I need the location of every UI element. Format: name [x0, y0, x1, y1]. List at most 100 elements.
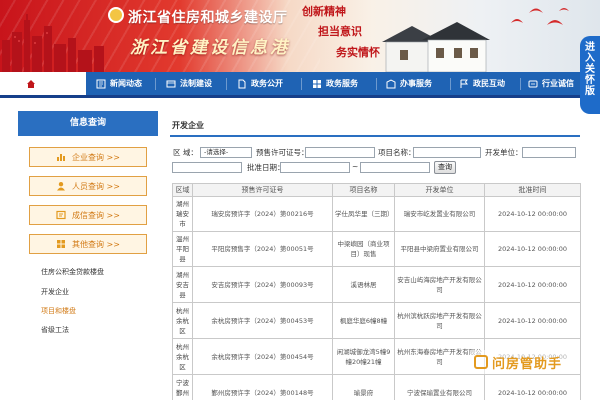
nav-divider	[226, 78, 227, 90]
nav-item-law[interactable]: 法制建设	[166, 72, 212, 95]
nav-divider	[301, 78, 302, 90]
permit-label: 预售许可证号：	[256, 148, 309, 157]
nav-label: 政务公开	[251, 79, 283, 88]
cell-developer: 平阳县中梁府置业有限公司	[394, 231, 485, 267]
nav-item-service[interactable]: 政务服务	[312, 72, 358, 95]
table-row[interactable]: 宁波鄞州区 鄞州房预许字（2024）第00148号 瑜景府 宁波保瑜置业有限公司…	[172, 374, 581, 400]
cell-project[interactable]: 溪语林居	[332, 266, 395, 303]
nav-label: 政民互动	[473, 79, 505, 88]
cell-region: 杭州余杭区	[172, 302, 193, 339]
nav-item-public[interactable]: 政务公开	[237, 72, 283, 95]
cell-permit: 瑞安房预许字（2024）第00216号	[192, 196, 333, 232]
button-label: 其他查询 >>	[72, 239, 120, 249]
cell-region: 宁波鄞州区	[172, 374, 193, 400]
approval-date-start-input[interactable]	[280, 162, 350, 173]
nav-label: 新闻动态	[110, 79, 142, 88]
approval-date-label: 批准日期：	[247, 163, 285, 172]
project-name-input[interactable]	[413, 147, 481, 158]
search-button[interactable]: 查询	[434, 161, 456, 174]
care-mode-char: 怀	[585, 75, 595, 86]
permit-number-input[interactable]	[305, 147, 375, 158]
care-mode-button[interactable]: 进 入 关 怀 版	[580, 36, 600, 114]
cell-developer: 瑞安市屹发置业有限公司	[394, 196, 485, 232]
person-icon	[57, 182, 65, 191]
cell-region: 杭州余杭区	[172, 338, 193, 375]
personnel-query-button[interactable]: 人员查询 >>	[29, 176, 147, 196]
site-subtitle: 浙江省建设信息港	[130, 38, 290, 58]
law-icon	[166, 80, 176, 87]
other-query-button[interactable]: 其他查询 >>	[29, 234, 147, 254]
cell-project[interactable]: 瑜景府	[332, 374, 395, 400]
nav-label: 政务服务	[326, 79, 358, 88]
project-name-label: 项目名称：	[378, 148, 416, 157]
nav-item-home[interactable]: 首页	[26, 72, 56, 95]
cell-permit: 平阳房预售字（2024）第00051号	[192, 231, 333, 267]
flag-icon	[460, 79, 468, 88]
enterprise-query-button[interactable]: 企业查询 >>	[29, 147, 147, 167]
sidebar-link-developers[interactable]: 开发企业	[41, 287, 69, 297]
assistant-logo-icon	[474, 355, 488, 369]
care-mode-char: 进	[585, 42, 595, 53]
nav-item-interaction[interactable]: 政民互动	[459, 72, 505, 95]
cell-approval-time: 2024-10-12 00:00:00	[484, 196, 581, 232]
sidebar-link-projects[interactable]: 项目和楼盘	[41, 306, 76, 316]
cell-approval-time: 2024-10-12 00:00:00	[484, 231, 581, 267]
cell-developer: 宁波保瑜置业有限公司	[394, 374, 485, 400]
cell-region: 湖州瑞安市	[172, 196, 193, 232]
table-row[interactable]: 湖州瑞安市 瑞安房预许字（2024）第00216号 学仕凤华里（三期） 瑞安市屹…	[172, 196, 581, 232]
site-logo[interactable]	[108, 7, 124, 23]
date-separator: ~	[352, 162, 359, 171]
credit-icon	[528, 80, 538, 87]
doc-icon	[238, 79, 246, 88]
nav-label: 法制建设	[180, 79, 212, 88]
developer-input-continued[interactable]	[172, 162, 242, 173]
approval-date-end-input[interactable]	[360, 162, 430, 173]
cell-approval-time: 2024-10-12 00:00:00	[484, 374, 581, 400]
table-row[interactable]: 湖州安吉县 安吉房预许字（2024）第00093号 溪语林居 安吉山屿海房地产开…	[172, 266, 581, 303]
cell-project[interactable]: 学仕凤华里（三期）	[332, 196, 395, 232]
sidebar-link-methods[interactable]: 省级工法	[41, 325, 69, 335]
grid-icon	[57, 240, 65, 248]
nav-item-news[interactable]: 新闻动态	[96, 72, 142, 95]
birds-image	[511, 8, 569, 25]
nav-divider	[450, 78, 451, 90]
traditional-house-image	[382, 22, 490, 72]
site-name[interactable]: 浙江省住房和城乡建设厅	[128, 7, 288, 27]
cell-approval-time: 2024-10-12 00:00:00	[484, 266, 581, 303]
column-header-developer: 开发单位	[394, 183, 485, 197]
slogan-1: 创新精神	[302, 5, 346, 18]
care-mode-char: 版	[585, 86, 595, 97]
nav-divider	[155, 78, 156, 90]
nav-item-affairs[interactable]: 办事服务	[386, 72, 432, 95]
cell-project[interactable]: 枫庭华庭6幢8幢	[332, 302, 395, 339]
column-header-permit: 预售许可证号	[192, 183, 333, 197]
nav-label: 行业诚信	[542, 79, 574, 88]
cell-permit: 余杭房预许字（2024）第00454号	[192, 338, 333, 375]
cell-permit: 余杭房预许字（2024）第00453号	[192, 302, 333, 339]
button-label: 成信查询 >>	[72, 210, 120, 220]
cell-project[interactable]: 闲湖城御龙湾5幢9幢20幢21幢	[332, 338, 395, 375]
cell-region: 温州平阳县	[172, 231, 193, 267]
table-row[interactable]: 杭州余杭区 余杭房预许字（2024）第00453号 枫庭华庭6幢8幢 杭州滨杭跃…	[172, 302, 581, 339]
button-label: 人员查询 >>	[72, 181, 120, 191]
nav-item-credit[interactable]: 行业诚信	[528, 72, 574, 95]
page-title: 开发企业	[172, 121, 204, 130]
building-icon	[386, 78, 396, 88]
region-select-value: -请选择-	[204, 148, 229, 156]
cell-region: 湖州安吉县	[172, 266, 193, 303]
sidebar-link-fund-housing[interactable]: 住房公积金贷款楼盘	[41, 267, 104, 277]
column-header-region: 区域	[172, 183, 193, 197]
care-mode-char: 入	[585, 53, 595, 64]
cell-project[interactable]: 中梁嶼园（商业项目）现售	[332, 231, 395, 267]
certificate-icon	[56, 210, 66, 220]
developer-input[interactable]	[522, 147, 576, 158]
column-header-project: 项目名称	[332, 183, 395, 197]
nav-label: 首页	[40, 79, 56, 88]
region-select[interactable]: -请选择-	[200, 147, 252, 158]
home-icon	[27, 79, 35, 88]
table-row[interactable]: 温州平阳县 平阳房预售字（2024）第00051号 中梁嶼园（商业项目）现售 平…	[172, 231, 581, 267]
credit-query-button[interactable]: 成信查询 >>	[29, 205, 147, 225]
cell-approval-time: 2024-10-12 00:00:00	[484, 302, 581, 339]
care-mode-char: 关	[585, 64, 595, 75]
sidebar-title: 信息查询	[18, 111, 158, 136]
